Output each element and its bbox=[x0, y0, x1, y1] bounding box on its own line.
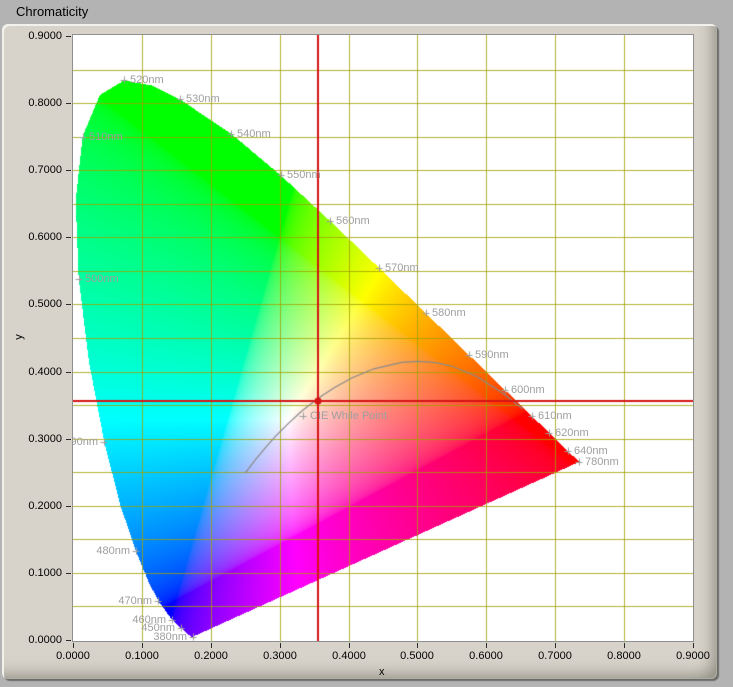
y-tick-label: 0.5000 bbox=[14, 298, 62, 311]
y-tick-label: 0.3000 bbox=[14, 433, 62, 446]
x-tick-mark bbox=[486, 643, 487, 648]
x-tick-mark bbox=[73, 643, 74, 648]
x-tick-mark bbox=[624, 643, 625, 648]
y-tick-label: 0.0000 bbox=[14, 634, 62, 647]
x-tick-mark bbox=[417, 643, 418, 648]
y-tick-mark bbox=[66, 372, 71, 373]
y-tick-mark bbox=[66, 36, 71, 37]
plot-area: 380nm450nm460nm470nm480nm490nm500nm510nm… bbox=[72, 34, 694, 642]
x-tick-mark bbox=[693, 643, 694, 648]
x-tick-label: 0.3000 bbox=[255, 650, 305, 663]
y-tick-label: 0.8000 bbox=[14, 97, 62, 110]
x-tick-label: 0.9000 bbox=[668, 650, 718, 663]
x-tick-label: 0.2000 bbox=[186, 650, 236, 663]
y-tick-mark bbox=[66, 573, 71, 574]
x-tick-mark bbox=[211, 643, 212, 648]
x-tick-mark bbox=[280, 643, 281, 648]
x-tick-label: 0.6000 bbox=[461, 650, 511, 663]
x-tick-label: 0.7000 bbox=[530, 650, 580, 663]
window-title: Chromaticity bbox=[16, 4, 88, 19]
chart-panel: 380nm450nm460nm470nm480nm490nm500nm510nm… bbox=[2, 24, 717, 679]
x-tick-label: 0.5000 bbox=[392, 650, 442, 663]
x-tick-mark bbox=[555, 643, 556, 648]
x-tick-label: 0.4000 bbox=[324, 650, 374, 663]
x-tick-mark bbox=[349, 643, 350, 648]
y-tick-mark bbox=[66, 439, 71, 440]
y-axis-title: y bbox=[13, 334, 25, 340]
x-axis-title: x bbox=[379, 666, 385, 678]
y-tick-label: 0.2000 bbox=[14, 500, 62, 513]
x-tick-mark bbox=[142, 643, 143, 648]
x-tick-label: 0.1000 bbox=[117, 650, 167, 663]
y-tick-label: 0.4000 bbox=[14, 366, 62, 379]
x-tick-label: 0.0000 bbox=[48, 650, 98, 663]
y-tick-mark bbox=[66, 304, 71, 305]
y-tick-label: 0.1000 bbox=[14, 567, 62, 580]
x-tick-label: 0.8000 bbox=[599, 650, 649, 663]
y-tick-mark bbox=[66, 640, 71, 641]
y-tick-mark bbox=[66, 103, 71, 104]
chromaticity-canvas[interactable] bbox=[73, 35, 693, 641]
y-tick-label: 0.9000 bbox=[14, 30, 62, 43]
y-tick-mark bbox=[66, 506, 71, 507]
y-tick-label: 0.7000 bbox=[14, 164, 62, 177]
app-window: { "window": { "title": "Chromaticity", "… bbox=[0, 0, 733, 687]
y-tick-mark bbox=[66, 237, 71, 238]
y-tick-label: 0.6000 bbox=[14, 231, 62, 244]
y-tick-mark bbox=[66, 170, 71, 171]
